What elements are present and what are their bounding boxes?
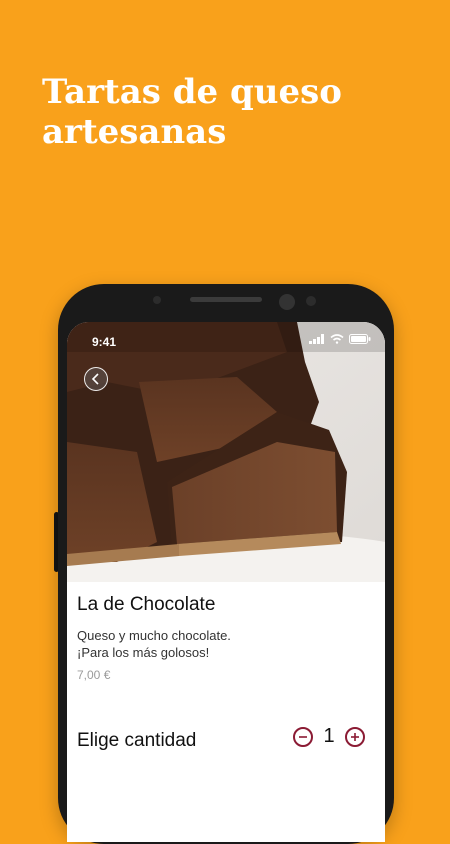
product-description: Queso y mucho chocolate. ¡Para los más g… (77, 627, 367, 661)
decrease-quantity-button[interactable] (293, 726, 313, 747)
phone-frame: 9:41 La de Chocolate Queso y mucho choco… (58, 284, 394, 844)
phone-sensor (306, 296, 316, 306)
quantity-stepper: 1 (293, 725, 365, 748)
back-button[interactable] (84, 367, 108, 391)
increase-quantity-button[interactable] (345, 726, 365, 747)
app-screen: 9:41 La de Chocolate Queso y mucho choco… (67, 322, 385, 842)
phone-sensor (153, 296, 161, 304)
quantity-value: 1 (323, 725, 335, 747)
description-line: ¡Para los más golosos! (77, 645, 210, 660)
minus-circle-icon (299, 735, 307, 738)
chocolate-cheesecake-image (67, 322, 385, 582)
chevron-left-icon (91, 373, 99, 385)
signal-icon (309, 334, 324, 344)
quantity-label: Elige cantidad (77, 730, 197, 751)
phone-speaker (190, 297, 262, 302)
product-image: 9:41 (67, 322, 385, 582)
status-bar: 9:41 (67, 322, 385, 358)
status-icons (309, 334, 371, 344)
wifi-icon (330, 334, 344, 344)
status-time: 9:41 (92, 335, 117, 349)
description-line: Queso y mucho chocolate. (77, 628, 231, 643)
plus-circle-icon (351, 732, 359, 741)
product-details: La de Chocolate Queso y mucho chocolate.… (67, 582, 385, 842)
product-title: La de Chocolate (77, 594, 216, 615)
phone-camera (279, 294, 295, 310)
product-price: 7,00 € (77, 668, 111, 682)
battery-icon (349, 334, 371, 344)
promo-headline: Tartas de queso artesanas (42, 72, 342, 152)
